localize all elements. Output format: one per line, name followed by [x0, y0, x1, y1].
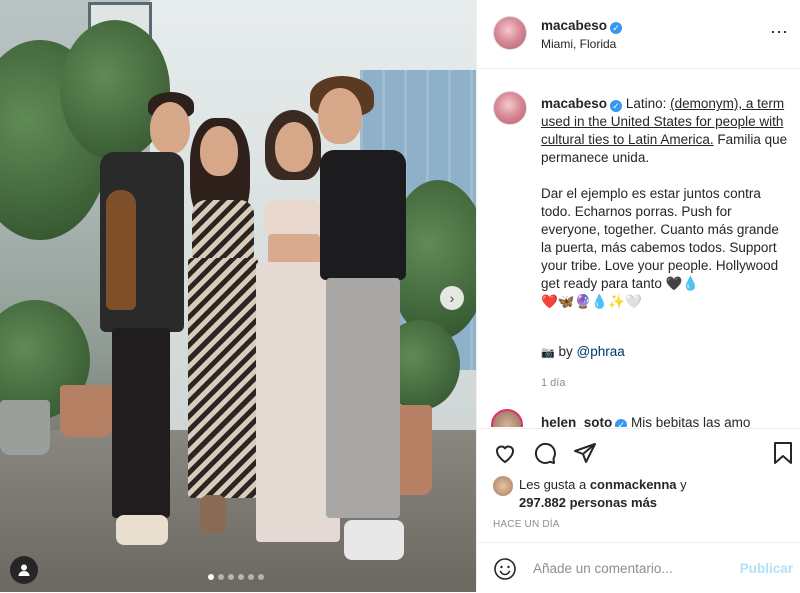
- liker-avatar[interactable]: [493, 476, 513, 496]
- user-tag-icon: [18, 564, 30, 576]
- credit-prefix: by: [558, 344, 577, 359]
- publish-button[interactable]: Publicar: [740, 561, 793, 576]
- posted-time[interactable]: HACE UN DÍA: [493, 519, 560, 530]
- bookmark-icon[interactable]: [773, 441, 793, 465]
- carousel-dot: [248, 574, 254, 580]
- verified-badge-icon: ✓: [615, 419, 628, 427]
- carousel-dot: [218, 574, 224, 580]
- commenter-username[interactable]: helen_soto: [541, 415, 612, 427]
- author-username[interactable]: macabeso: [541, 18, 607, 33]
- photo-credit: 📷 by @phraa: [541, 344, 625, 359]
- credit-handle[interactable]: @phraa: [576, 344, 624, 359]
- carousel-dot: [258, 574, 264, 580]
- comment-icon[interactable]: [533, 441, 557, 465]
- camera-icon: 📷: [541, 347, 555, 359]
- likes-suffix: y: [676, 477, 687, 492]
- heart-icon[interactable]: [493, 441, 517, 465]
- caption-author[interactable]: macabeso: [541, 96, 607, 111]
- share-icon[interactable]: [573, 441, 597, 465]
- photo-pot: [0, 400, 50, 455]
- post-header: macabeso ✓ Miami, Florida ⋯: [477, 0, 800, 69]
- tagged-users-button[interactable]: [10, 556, 38, 584]
- likes-count[interactable]: 297.882 personas más: [519, 495, 657, 510]
- comment-text: Mis bebitas las amo: [631, 415, 751, 427]
- caption-time: 1 día: [541, 377, 566, 389]
- carousel-dot: [208, 574, 214, 580]
- caption-section: macabeso ✓ Latino: (demonym), a term used…: [477, 69, 800, 427]
- commenter-avatar[interactable]: [491, 409, 523, 427]
- caption-lead: Latino:: [625, 96, 671, 111]
- post-photo[interactable]: ›: [0, 0, 476, 592]
- chevron-right-icon: ›: [449, 290, 455, 306]
- caption-avatar[interactable]: [493, 91, 527, 125]
- next-photo-button[interactable]: ›: [440, 286, 464, 310]
- post-location[interactable]: Miami, Florida: [541, 37, 616, 51]
- caption-paragraph: Dar el ejemplo es estar juntos contra to…: [541, 186, 779, 309]
- liker-username[interactable]: conmackenna: [590, 477, 677, 492]
- carousel-dot: [228, 574, 234, 580]
- author-name-row: macabeso ✓: [541, 17, 623, 35]
- carousel-indicator: [208, 574, 264, 580]
- more-icon[interactable]: ⋯: [770, 22, 789, 43]
- post-actions-bar: [477, 428, 800, 469]
- emoji-icon[interactable]: [493, 557, 517, 581]
- author-avatar[interactable]: [493, 16, 527, 50]
- caption-text: macabeso ✓ Latino: (demonym), a term used…: [541, 95, 791, 329]
- post-sidebar: macabeso ✓ Miami, Florida ⋯ macabeso ✓ Lat…: [476, 0, 800, 592]
- verified-badge-icon: ✓: [610, 22, 623, 34]
- verified-badge-icon: ✓: [610, 100, 623, 112]
- likes-prefix: Les gusta a: [519, 477, 590, 492]
- carousel-dot: [238, 574, 244, 580]
- add-comment-bar: Añade un comentario... Publicar: [477, 542, 800, 593]
- photo-pot: [60, 385, 112, 437]
- comment-input[interactable]: Añade un comentario...: [533, 561, 673, 576]
